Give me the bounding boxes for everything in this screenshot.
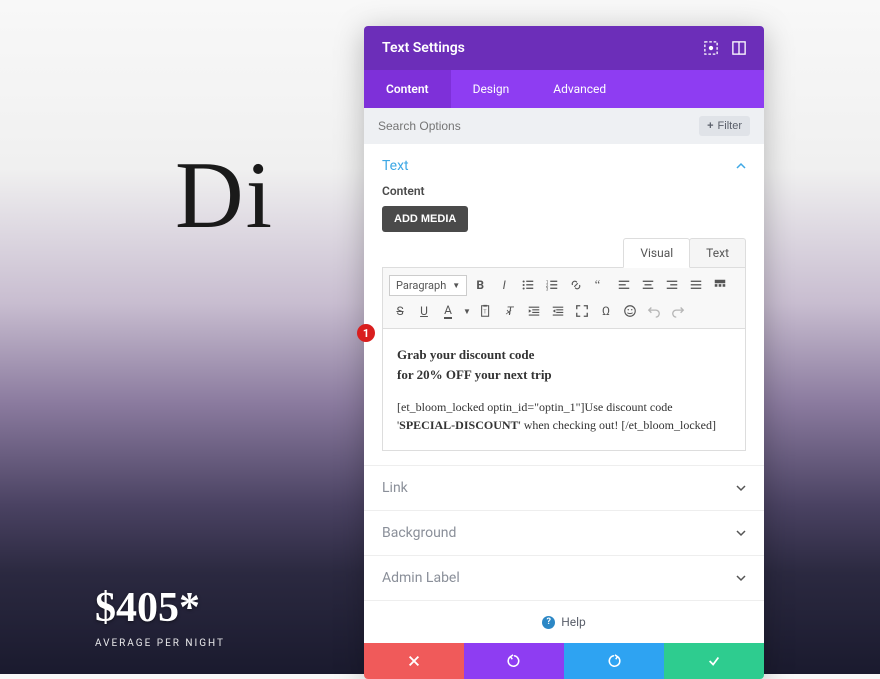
- price-value: $405*: [95, 584, 225, 632]
- search-row: +Filter: [364, 108, 764, 144]
- svg-text:“: “: [595, 278, 600, 292]
- quote-icon[interactable]: “: [589, 274, 611, 296]
- strikethrough-icon[interactable]: S: [389, 300, 411, 322]
- search-input[interactable]: [378, 119, 699, 133]
- editor-body: [et_bloom_locked optin_id="optin_1"]Use …: [397, 398, 731, 434]
- settings-tabs: Content Design Advanced: [364, 70, 764, 108]
- chevron-up-icon: [736, 161, 746, 171]
- align-left-icon[interactable]: [613, 274, 635, 296]
- svg-text:T: T: [483, 310, 487, 316]
- special-char-icon[interactable]: Ω: [595, 300, 617, 322]
- chevron-down-icon: [736, 528, 746, 538]
- bold-icon[interactable]: B: [469, 274, 491, 296]
- snap-icon[interactable]: [732, 41, 746, 55]
- link-icon[interactable]: [565, 274, 587, 296]
- section-link: Link: [364, 466, 764, 511]
- add-media-button[interactable]: ADD MEDIA: [382, 206, 468, 232]
- bullet-list-icon[interactable]: [517, 274, 539, 296]
- section-admin-label: Admin Label: [364, 556, 764, 601]
- help-link[interactable]: ? Help: [364, 601, 764, 643]
- editor-tab-text[interactable]: Text: [689, 238, 746, 267]
- indent-right-icon[interactable]: [547, 300, 569, 322]
- redo-icon[interactable]: [667, 300, 689, 322]
- tab-design[interactable]: Design: [451, 70, 532, 108]
- price-label: AVERAGE PER NIGHT: [95, 638, 225, 649]
- tab-content[interactable]: Content: [364, 70, 451, 108]
- chevron-down-icon: [736, 483, 746, 493]
- modal-title: Text Settings: [382, 40, 465, 56]
- toolbar-toggle-icon[interactable]: [709, 274, 731, 296]
- page-heading-background: Di: [175, 140, 274, 250]
- section-background-title: Background: [382, 525, 456, 541]
- fullscreen-icon[interactable]: [571, 300, 593, 322]
- italic-icon[interactable]: I: [493, 274, 515, 296]
- content-label: Content: [382, 184, 746, 198]
- section-text-toggle[interactable]: Text: [382, 158, 746, 174]
- editor-head-2: for 20% OFF your next trip: [397, 367, 552, 382]
- help-icon: ?: [542, 616, 555, 629]
- tab-advanced[interactable]: Advanced: [531, 70, 628, 108]
- section-text: Text Content ADD MEDIA Visual Text Parag…: [364, 144, 764, 466]
- text-settings-modal: Text Settings Content Design Advanced +F…: [364, 26, 764, 679]
- editor-mode-tabs: Visual Text: [382, 238, 746, 268]
- format-select[interactable]: Paragraph▼: [389, 275, 467, 296]
- undo-icon[interactable]: [643, 300, 665, 322]
- modal-header: Text Settings: [364, 26, 764, 70]
- section-link-title: Link: [382, 480, 408, 496]
- number-list-icon[interactable]: 123: [541, 274, 563, 296]
- editor-head-1: Grab your discount code: [397, 347, 534, 362]
- text-color-caret-icon[interactable]: ▼: [461, 300, 473, 322]
- section-text-title: Text: [382, 158, 409, 174]
- text-color-icon[interactable]: A: [437, 300, 459, 322]
- svg-text:3: 3: [546, 287, 549, 292]
- align-justify-icon[interactable]: [685, 274, 707, 296]
- indent-left-icon[interactable]: [523, 300, 545, 322]
- section-background: Background: [364, 511, 764, 556]
- underline-icon[interactable]: U: [413, 300, 435, 322]
- align-right-icon[interactable]: [661, 274, 683, 296]
- clear-format-icon[interactable]: T✕: [499, 300, 521, 322]
- wysiwyg-toolbar: Paragraph▼ B I 123 “ S U A ▼ T T✕: [382, 268, 746, 329]
- editor-tab-visual[interactable]: Visual: [623, 238, 690, 268]
- price-block: $405* AVERAGE PER NIGHT: [95, 584, 225, 649]
- align-center-icon[interactable]: [637, 274, 659, 296]
- section-link-toggle[interactable]: Link: [382, 480, 746, 496]
- paste-text-icon[interactable]: T: [475, 300, 497, 322]
- expand-icon[interactable]: [704, 41, 718, 55]
- section-background-toggle[interactable]: Background: [382, 525, 746, 541]
- editor-content[interactable]: Grab your discount code for 20% OFF your…: [382, 329, 746, 451]
- emoji-icon[interactable]: [619, 300, 641, 322]
- filter-button[interactable]: +Filter: [699, 116, 750, 136]
- section-admin-toggle[interactable]: Admin Label: [382, 570, 746, 586]
- chevron-down-icon: [736, 573, 746, 583]
- annotation-callout-1: 1: [357, 324, 375, 342]
- section-admin-title: Admin Label: [382, 570, 460, 586]
